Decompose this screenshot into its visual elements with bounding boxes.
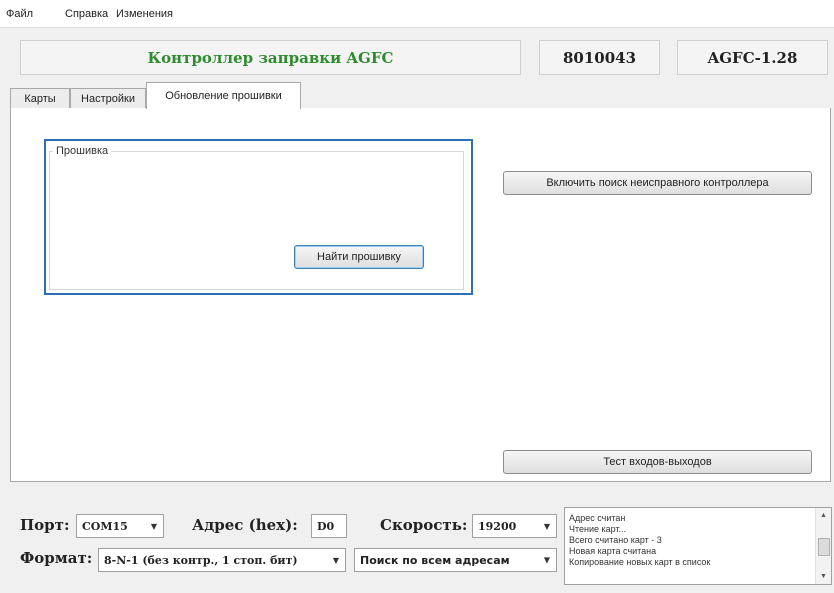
port-value: COM15 xyxy=(82,519,128,533)
menu-changes[interactable]: Изменения xyxy=(116,8,173,20)
format-value: 8-N-1 (без контр., 1 стоп. бит) xyxy=(104,553,298,567)
chevron-down-icon: ▼ xyxy=(332,555,339,565)
tab-cards[interactable]: Карты xyxy=(10,88,70,108)
search-mode-value: Поиск по всем адресам xyxy=(360,553,510,567)
status-log[interactable]: Адрес считан Чтение карт... Всего считан… xyxy=(564,507,832,585)
serial-number: 8010043 xyxy=(539,40,660,75)
find-firmware-button[interactable]: Найти прошивку xyxy=(294,245,424,269)
menu-bar: Файл Справка Изменения xyxy=(0,0,834,28)
scroll-up-icon[interactable]: ▲ xyxy=(820,512,827,519)
scroll-thumb[interactable] xyxy=(818,538,830,556)
address-value: D0 xyxy=(317,519,335,533)
format-select[interactable]: 8-N-1 (без контр., 1 стоп. бит) ▼ xyxy=(98,548,346,572)
firmware-version: AGFC-1.28 xyxy=(677,40,828,75)
tab-firmware-update[interactable]: Обновление прошивки xyxy=(146,82,301,109)
log-line: Копирование новых карт в список xyxy=(569,557,711,567)
speed-label: Скорость: xyxy=(380,516,468,534)
search-mode-select[interactable]: Поиск по всем адресам ▼ xyxy=(354,548,557,572)
log-line: Всего считано карт - 3 xyxy=(569,535,662,545)
menu-file[interactable]: Файл xyxy=(6,8,33,20)
log-scrollbar[interactable]: ▲ ▼ xyxy=(815,508,831,584)
menu-help[interactable]: Справка xyxy=(65,8,108,20)
log-line: Адрес считан xyxy=(569,513,626,523)
speed-select[interactable]: 19200 ▼ xyxy=(472,514,557,538)
format-label: Формат: xyxy=(20,549,93,567)
port-select[interactable]: COM15 ▼ xyxy=(76,514,164,538)
port-label: Порт: xyxy=(20,516,70,534)
speed-value: 19200 xyxy=(478,519,517,533)
address-input[interactable]: D0 xyxy=(311,514,347,538)
app-title: Контроллер заправки AGFC xyxy=(20,40,521,75)
log-line: Новая карта считана xyxy=(569,546,657,556)
chevron-down-icon: ▼ xyxy=(543,555,550,565)
tab-settings[interactable]: Настройки xyxy=(70,88,146,108)
address-label: Адрес (hex): xyxy=(192,516,298,534)
firmware-group xyxy=(49,151,464,290)
io-test-button[interactable]: Тест входов-выходов xyxy=(503,450,812,474)
chevron-down-icon: ▼ xyxy=(543,521,550,531)
search-faulty-controller-button[interactable]: Включить поиск неисправного контроллера xyxy=(503,171,812,195)
log-line: Чтение карт... xyxy=(569,524,627,534)
firmware-group-title: Прошивка xyxy=(53,145,112,157)
scroll-down-icon[interactable]: ▼ xyxy=(820,573,827,580)
chevron-down-icon: ▼ xyxy=(150,521,157,531)
